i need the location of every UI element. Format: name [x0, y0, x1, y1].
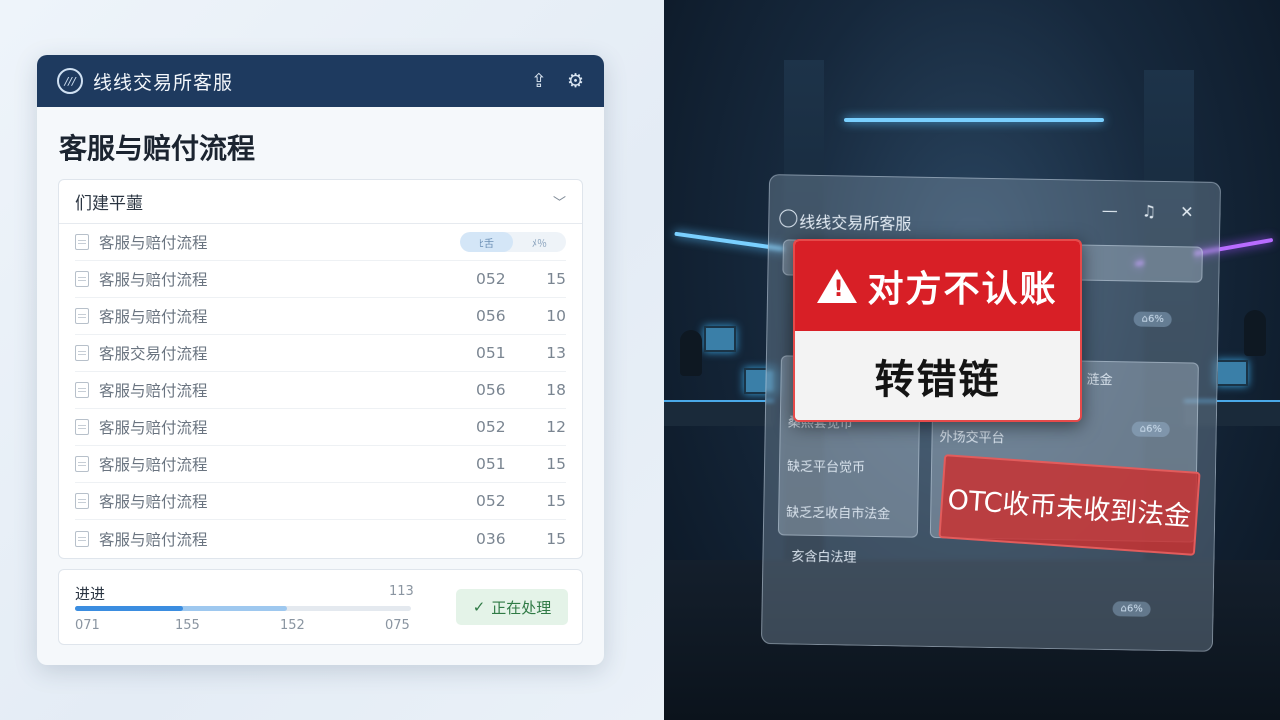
chevron-down-icon: ﹀	[552, 196, 566, 211]
progress-fill-primary	[75, 606, 183, 611]
document-icon	[75, 308, 89, 324]
item-name: 客服与赔付流程	[99, 234, 208, 252]
floating-item: 缺乏乏收自市法金	[786, 505, 891, 523]
document-icon	[75, 419, 89, 435]
item-code: 056	[476, 307, 506, 325]
app-title: 线线交易所客服	[93, 71, 234, 94]
item-name: 客服交易付流程	[99, 345, 208, 363]
bell-icon[interactable]: ♫	[1142, 202, 1157, 221]
item-code: 056	[476, 381, 506, 399]
app-logo-icon: ///	[57, 68, 83, 94]
alert-card: 对方不认账 转错链	[793, 239, 1082, 422]
document-icon	[75, 530, 89, 547]
list-item[interactable]: 客服交易付流程 051 13	[75, 335, 566, 372]
list-item[interactable]: 客服与赔付流程 052 15	[75, 483, 566, 520]
item-name: 客服与赔付流程	[99, 530, 208, 549]
floating-item: 外场交平台	[939, 430, 1005, 447]
floating-item: 涟金	[1086, 372, 1113, 389]
document-icon	[75, 234, 89, 250]
list-item[interactable]: 客服与赔付流程 056 10	[75, 298, 566, 335]
person-silhouette	[1244, 310, 1266, 356]
category-dropdown[interactable]: 们建平蘁 ﹀	[59, 180, 582, 224]
alert-header: 对方不认账	[795, 241, 1080, 331]
app-window: /// 线线交易所客服 ⇪ ⚙ 客服与赔付流程 们建平蘁 ﹀ 客服与赔付流程 ﾋ…	[37, 55, 604, 665]
item-name: 客服与赔付流程	[99, 419, 208, 437]
item-name: 客服与赔付流程	[99, 456, 208, 474]
item-code: 036	[476, 529, 506, 548]
item-count: 15	[546, 529, 566, 548]
progress-tick: 152	[280, 618, 305, 633]
document-icon	[75, 382, 89, 398]
item-code: 051	[476, 344, 506, 362]
warning-icon	[817, 269, 858, 303]
minimize-icon[interactable]: —	[1102, 201, 1118, 220]
floating-window-title: 线线交易所客服	[799, 212, 912, 234]
document-icon	[75, 456, 89, 472]
floating-badge: ⌂6%	[1133, 311, 1173, 328]
list-item[interactable]: 客服与赔付流程 052 12	[75, 409, 566, 446]
progress-track	[75, 606, 411, 611]
alert-title: 对方不认账	[867, 269, 1058, 310]
floating-item: 缺乏平台觉币	[786, 459, 866, 476]
progress-card: 进进 113 071 155 152 075 ✓ 正在处理	[58, 569, 583, 645]
titlebar-actions: ⇪ ⚙	[531, 70, 584, 92]
monitor	[704, 326, 736, 352]
item-count: 10	[546, 307, 566, 325]
item-code: 052	[476, 270, 506, 288]
ceiling-light	[844, 118, 1104, 122]
list-item[interactable]: 客服与赔付流程 ﾋ舌 ﾒ％	[75, 224, 566, 261]
toggle-option-right[interactable]: ﾒ％	[513, 232, 566, 252]
progress-label: 进进	[75, 585, 106, 603]
process-list: 们建平蘁 ﹀ 客服与赔付流程 ﾋ舌 ﾒ％ 客服与赔付流程 052 15 客服与赔…	[58, 179, 583, 559]
item-count: 15	[546, 270, 566, 288]
page-title: 客服与赔付流程	[59, 132, 256, 165]
status-badge: ✓ 正在处理	[456, 589, 568, 625]
app-logo-icon	[779, 209, 798, 228]
item-code: 052	[476, 492, 506, 510]
item-count: 15	[546, 455, 566, 473]
floating-badge: ⌂6%	[1131, 421, 1171, 438]
title-bar: /// 线线交易所客服 ⇪ ⚙	[37, 55, 604, 107]
view-toggle[interactable]: ﾋ舌 ﾒ％	[460, 232, 566, 252]
share-icon[interactable]: ⇪	[531, 70, 547, 92]
item-name: 客服与赔付流程	[99, 271, 208, 289]
person-silhouette	[680, 330, 702, 376]
progress-total: 113	[389, 584, 414, 599]
otc-warning-tag: OTC收币未收到法金	[938, 454, 1201, 556]
dropdown-label: 们建平蘁	[75, 194, 143, 214]
gear-icon[interactable]: ⚙	[567, 70, 584, 92]
close-icon[interactable]: ✕	[1180, 202, 1194, 221]
check-icon: ✓	[472, 598, 486, 616]
item-name: 客服与赔付流程	[99, 382, 208, 400]
item-code: 052	[476, 418, 506, 436]
floating-window-actions: — ♫ ✕	[1102, 201, 1194, 222]
floating-item: 亥含白法理	[791, 549, 857, 566]
item-count: 13	[546, 344, 566, 362]
document-icon	[75, 493, 89, 509]
monitor	[1216, 360, 1248, 386]
progress-tick: 071	[75, 618, 100, 633]
item-name: 客服与赔付流程	[99, 308, 208, 326]
item-count: 12	[546, 418, 566, 436]
progress-tick: 075	[385, 618, 410, 633]
list-item[interactable]: 客服与赔付流程 056 18	[75, 372, 566, 409]
status-label: 正在处理	[491, 598, 552, 617]
item-name: 客服与赔付流程	[99, 493, 208, 511]
item-count: 18	[546, 381, 566, 399]
alert-subtitle: 转错链	[795, 331, 1080, 420]
progress-tick: 155	[175, 618, 200, 633]
desk	[664, 400, 774, 426]
document-icon	[75, 345, 89, 361]
item-code: 051	[476, 455, 506, 473]
toggle-option-left[interactable]: ﾋ舌	[460, 232, 513, 252]
list-item[interactable]: 客服与赔付流程 051 15	[75, 446, 566, 483]
document-icon	[75, 271, 89, 287]
list-item[interactable]: 客服与赔付流程 036 15	[75, 520, 566, 557]
floating-badge: ⌂6%	[1112, 601, 1151, 617]
item-count: 15	[546, 492, 566, 510]
list-item[interactable]: 客服与赔付流程 052 15	[75, 261, 566, 298]
